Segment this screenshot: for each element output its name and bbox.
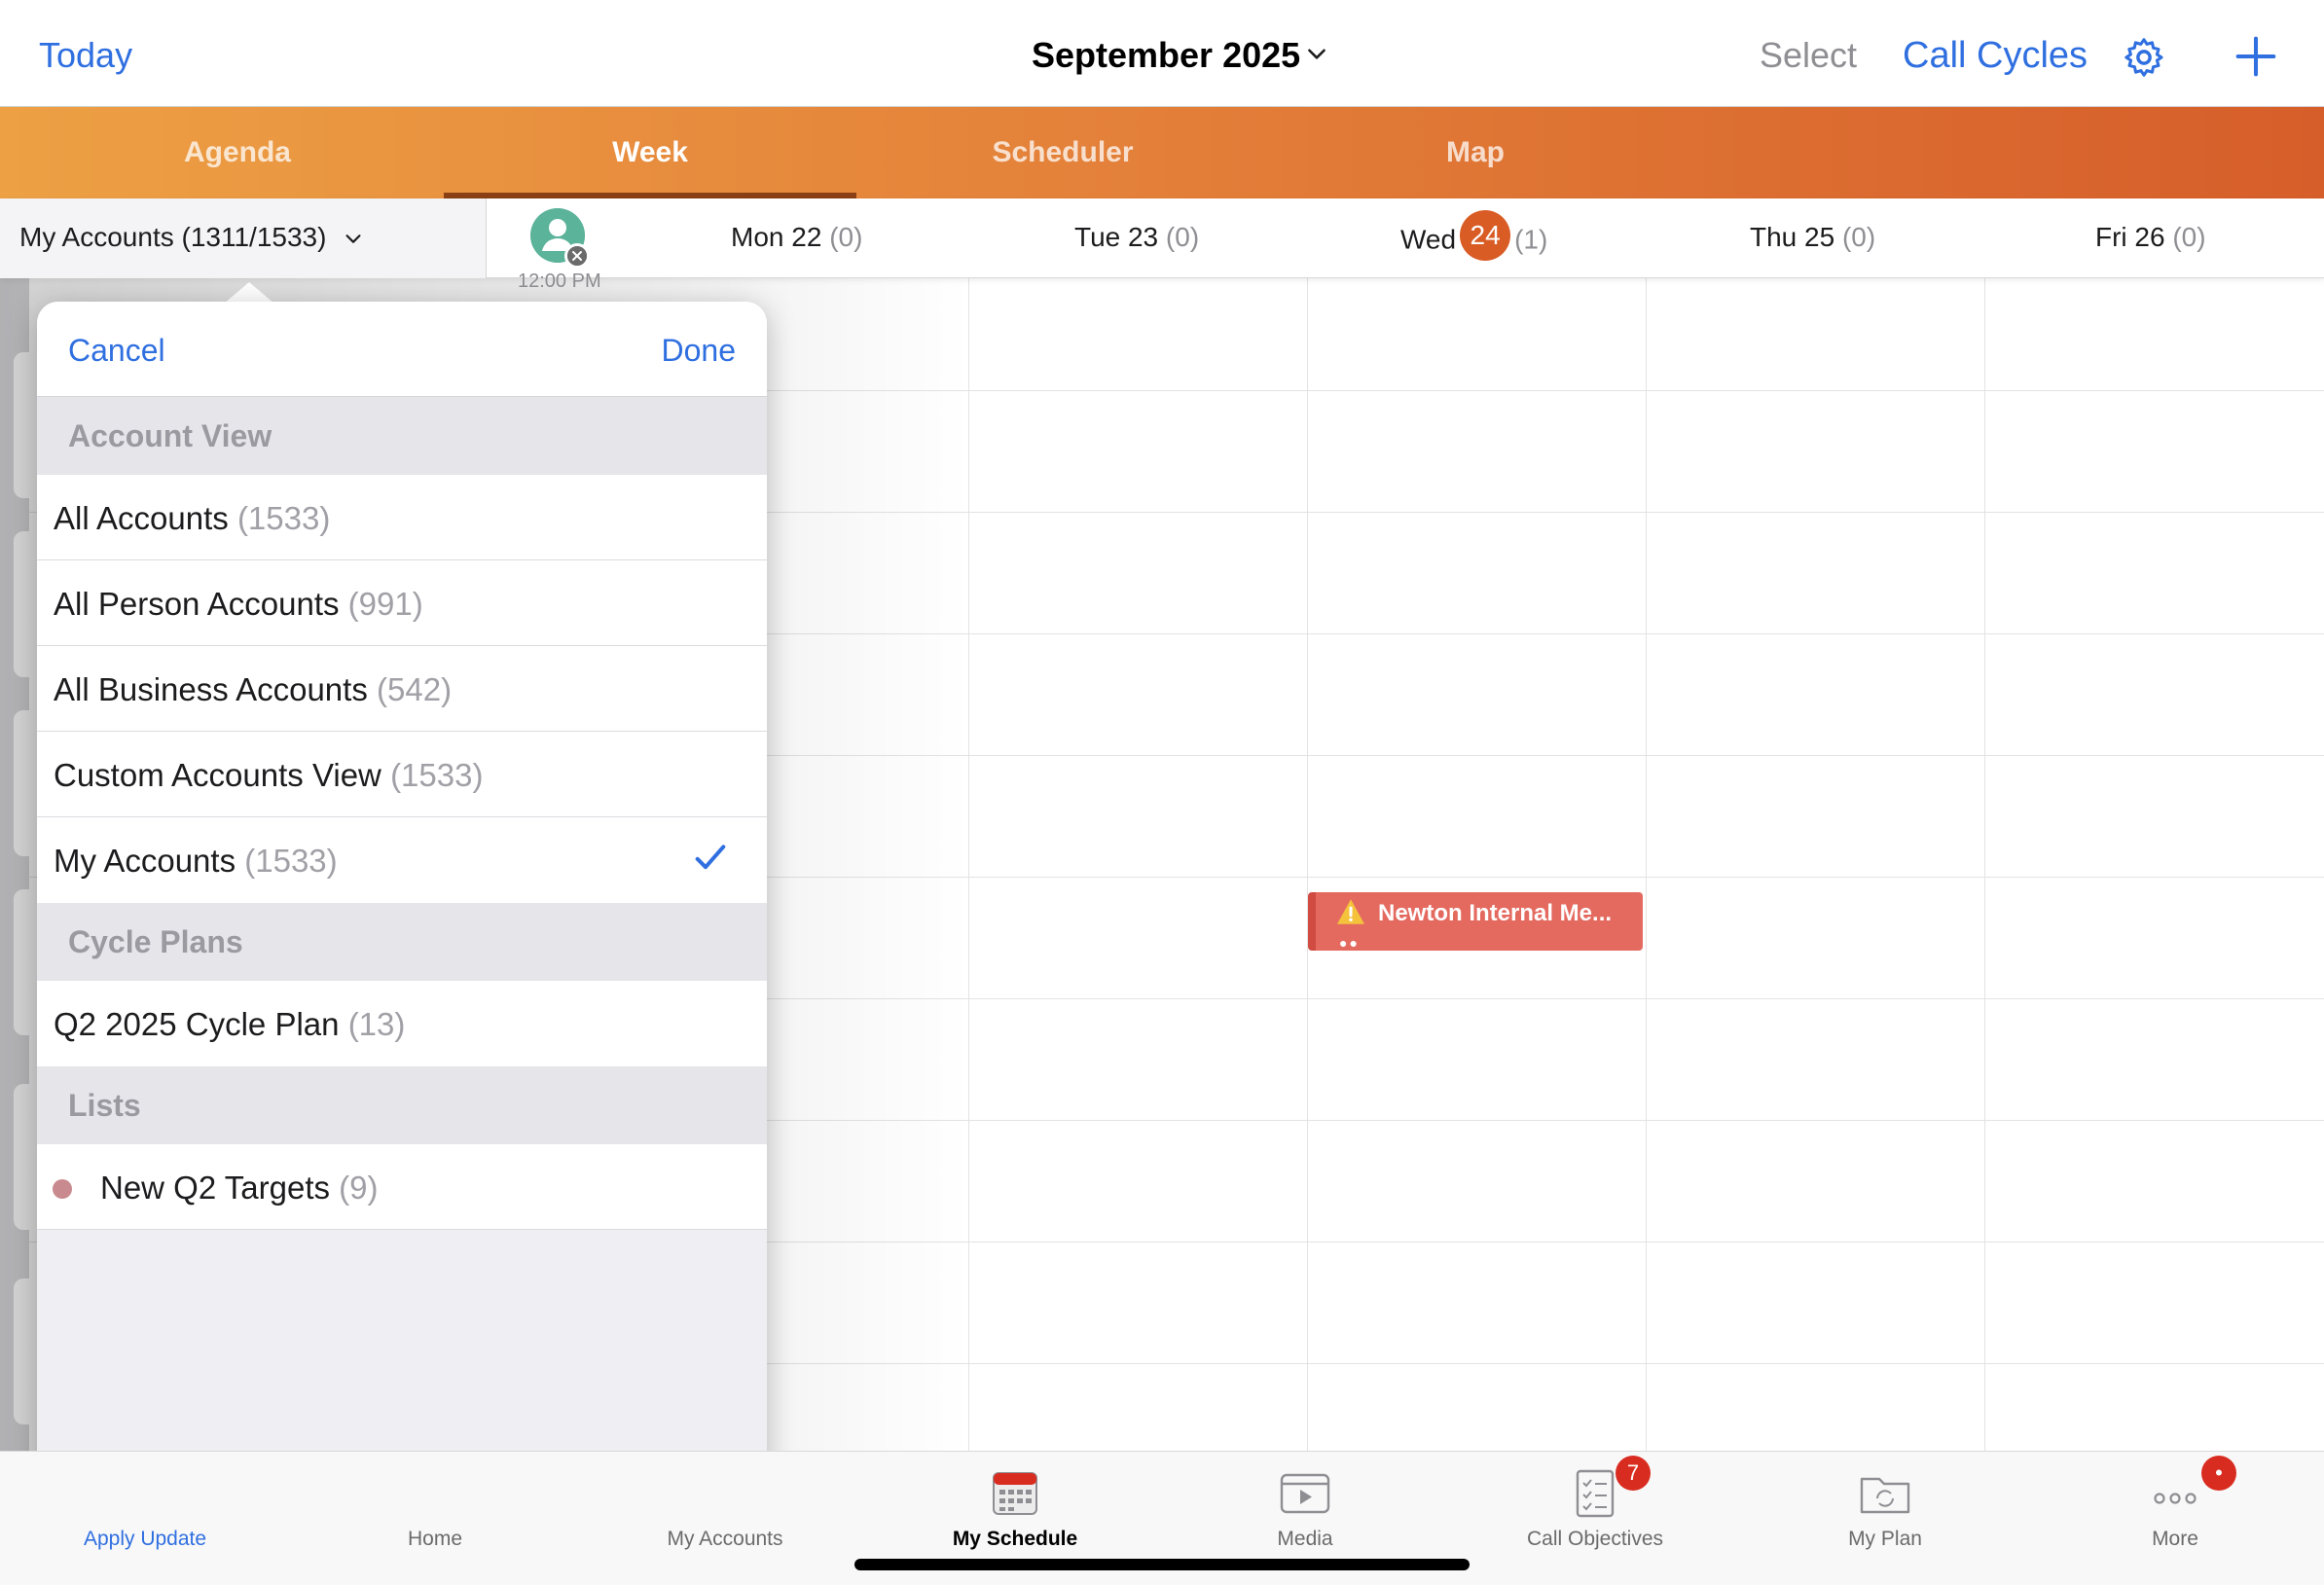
option-all-business-accounts[interactable]: All Business Accounts (542) [37, 646, 767, 732]
more-icon [2154, 1493, 2197, 1504]
select-button[interactable]: Select [1760, 35, 1857, 76]
grid-column-line [1646, 278, 1647, 1451]
day-header-mon[interactable]: Mon 22 (0) [731, 222, 862, 253]
tab-agenda[interactable]: Agenda [31, 107, 444, 198]
event-title: Newton Internal Me... [1378, 900, 1613, 926]
month-title[interactable]: September 2025 [1032, 35, 1300, 76]
option-label: Custom Accounts View (1533) [54, 757, 484, 793]
week-header: My Accounts (1311/1533) Mon 22 (0) Tue 2… [0, 198, 2324, 278]
notification-badge: 7 [1616, 1456, 1651, 1491]
bottom-tab-my-plan[interactable]: My Plan [1740, 1452, 2030, 1585]
today-button[interactable]: Today [39, 35, 132, 76]
bottom-tab-call-objectives[interactable]: 7 Call Objectives [1450, 1452, 1740, 1585]
option-custom-accounts-view[interactable]: Custom Accounts View (1533) [37, 732, 767, 817]
top-navigation-bar: Today September 2025 Select Call Cycles [0, 0, 2324, 107]
option-q2-cycle-plan[interactable]: Q2 2025 Cycle Plan (13) [37, 981, 767, 1066]
remove-icon[interactable] [564, 243, 590, 269]
section-account-view: Account View [37, 397, 767, 475]
option-label: My Accounts (1533) [54, 843, 338, 879]
tab-scheduler[interactable]: Scheduler [856, 107, 1269, 198]
tab-week[interactable]: Week [444, 107, 856, 198]
day-header-tue[interactable]: Tue 23 (0) [1074, 222, 1199, 253]
option-label: All Person Accounts (991) [54, 586, 423, 622]
view-tab-bar: Agenda Week Scheduler Map [0, 107, 2324, 198]
option-label: All Business Accounts (542) [54, 671, 453, 707]
section-title: Lists [68, 1088, 141, 1123]
tab-map[interactable]: Map [1269, 107, 1682, 198]
time-label: 12:00 PM [518, 270, 601, 292]
bottom-tab-label: My Accounts [667, 1528, 783, 1550]
option-all-person-accounts[interactable]: All Person Accounts (991) [37, 560, 767, 646]
gear-icon[interactable] [2122, 35, 2166, 80]
section-title: Cycle Plans [68, 924, 243, 959]
bottom-tab-label: My Schedule [952, 1528, 1078, 1550]
account-view-popover: Cancel Done Account View All Accounts (1… [37, 302, 767, 1518]
cancel-button[interactable]: Cancel [68, 333, 165, 369]
bottom-tab-my-accounts[interactable]: My Accounts [580, 1452, 870, 1585]
bottom-tab-label: My Plan [1848, 1528, 1922, 1550]
checkmark-icon [695, 845, 726, 870]
day-header-wed[interactable]: Wed 24 (1) [1400, 210, 1547, 261]
accounts-filter-label: My Accounts (1311/1533) [19, 222, 327, 252]
home-indicator [854, 1559, 1470, 1570]
attendees-icon: ●● [1339, 935, 1360, 951]
day-header-thu[interactable]: Thu 25 (0) [1750, 222, 1875, 253]
bottom-tab-label: Home [407, 1528, 463, 1550]
chevron-down-icon [345, 234, 361, 243]
list-color-dot [53, 1179, 72, 1199]
today-date-badge: 24 [1460, 210, 1511, 261]
option-label: All Accounts (1533) [54, 500, 331, 536]
folder-icon [1860, 1477, 1910, 1514]
calendar-event[interactable]: Newton Internal Me... ●● [1308, 892, 1643, 951]
option-new-q2-targets[interactable]: New Q2 Targets (9) [37, 1144, 767, 1230]
media-icon [1280, 1473, 1330, 1514]
option-all-accounts[interactable]: All Accounts (1533) [37, 475, 767, 560]
bottom-tab-label: Media [1277, 1528, 1333, 1550]
add-icon[interactable] [2234, 35, 2277, 78]
chevron-down-icon[interactable] [1304, 41, 1329, 66]
option-label: Q2 2025 Cycle Plan (13) [54, 1006, 406, 1042]
bottom-tab-home[interactable]: Home [290, 1452, 580, 1585]
day-header-fri[interactable]: Fri 26 (0) [2095, 222, 2206, 253]
done-button[interactable]: Done [662, 333, 737, 369]
bottom-tab-more[interactable]: • More [2030, 1452, 2320, 1585]
grid-column-line [1984, 278, 1985, 1451]
warning-icon [1337, 899, 1364, 924]
popover-header: Cancel Done [37, 302, 767, 397]
bottom-tab-label: Call Objectives [1526, 1528, 1664, 1550]
notification-badge: • [2201, 1456, 2236, 1491]
call-cycles-button[interactable]: Call Cycles [1903, 35, 2088, 77]
calendar-icon [993, 1472, 1037, 1515]
bottom-tab-label: Apply Update [83, 1528, 207, 1550]
popover-arrow [224, 282, 274, 304]
option-my-accounts[interactable]: My Accounts (1533) [37, 817, 767, 903]
option-label: New Q2 Targets (9) [100, 1170, 379, 1206]
grid-column-line [1307, 278, 1308, 1451]
section-title: Account View [68, 418, 272, 453]
bottom-tab-apply-update[interactable]: Apply Update [0, 1452, 290, 1585]
bottom-tab-label: More [2152, 1528, 2198, 1550]
accounts-filter-button[interactable]: My Accounts (1311/1533) [0, 198, 487, 278]
section-cycle-plans: Cycle Plans [37, 903, 767, 981]
section-lists: Lists [37, 1066, 767, 1144]
